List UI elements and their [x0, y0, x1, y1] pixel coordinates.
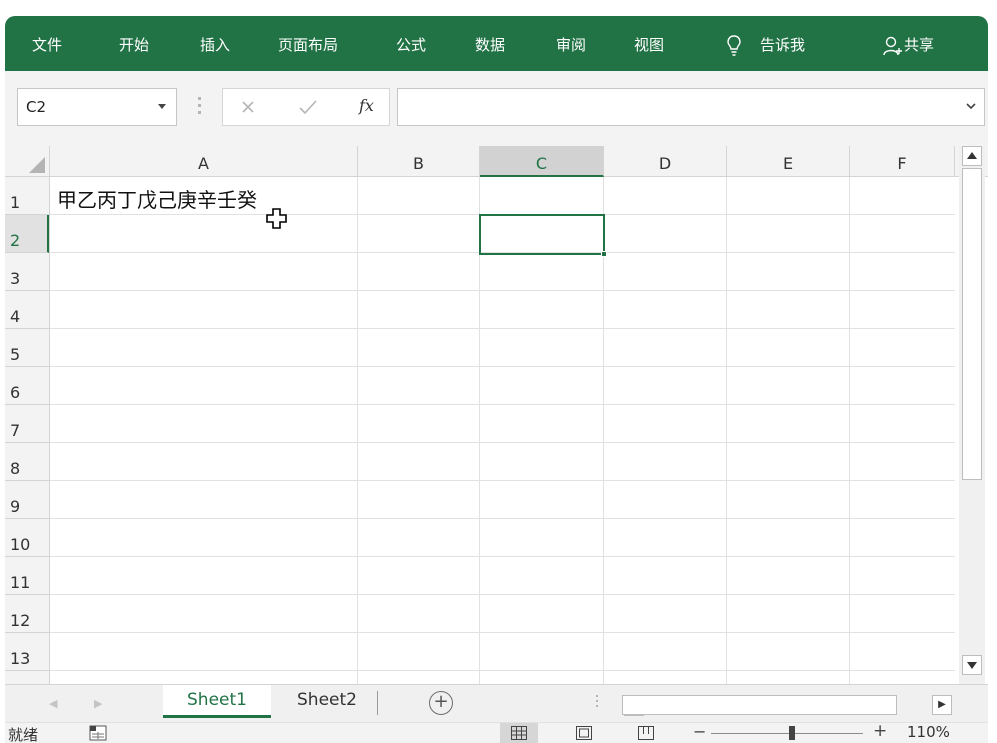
page-layout-view-button[interactable] — [565, 723, 603, 743]
check-icon[interactable] — [299, 99, 317, 115]
tab-insert[interactable]: 插入 — [200, 34, 230, 56]
cell-a1[interactable]: 甲乙丙丁戊己庚辛壬癸 — [57, 184, 257, 213]
column-header-b[interactable]: B — [358, 146, 480, 177]
page-layout-icon — [576, 726, 592, 740]
triangle-up-icon — [967, 152, 977, 159]
tab-data[interactable]: 数据 — [475, 34, 505, 56]
chevron-down-icon[interactable] — [158, 104, 166, 109]
row-header-7[interactable]: 7 — [5, 405, 49, 443]
drag-handle-icon[interactable] — [596, 695, 598, 710]
triangle-down-icon — [967, 662, 977, 669]
zoom-level[interactable]: 110% — [907, 723, 950, 741]
row-header-13[interactable]: 13 — [5, 633, 49, 671]
column-header-e[interactable]: E — [727, 146, 850, 177]
tab-review[interactable]: 审阅 — [556, 34, 586, 56]
sheet-tab-sheet1[interactable]: Sheet1 — [163, 685, 271, 718]
select-all-button[interactable] — [5, 146, 50, 177]
column-header-c[interactable]: C — [480, 146, 604, 177]
column-headers: A B C D E F — [5, 146, 988, 177]
row-header-4[interactable]: 4 — [5, 291, 49, 329]
page-break-view-button[interactable] — [627, 723, 665, 743]
tell-me-search[interactable]: 告诉我 — [760, 34, 805, 56]
row-header-8[interactable]: 8 — [5, 443, 49, 481]
scroll-thumb[interactable] — [962, 168, 982, 480]
row-header-2[interactable]: 2 — [5, 215, 49, 253]
sheet-tab-sheet2[interactable]: Sheet2 — [277, 685, 377, 718]
row-header-11[interactable]: 11 — [5, 557, 49, 595]
vertical-scrollbar[interactable] — [959, 146, 985, 684]
cell-area[interactable]: 甲乙丙丁戊己庚辛壬癸 — [50, 177, 955, 684]
status-bar: 就绪 − + 110% — [5, 721, 988, 743]
zoom-in-button[interactable]: + — [873, 721, 887, 741]
ribbon-tab-bar: 文件 开始 插入 页面布局 公式 数据 审阅 视图 告诉我 共享 — [5, 16, 988, 71]
row-header-3[interactable]: 3 — [5, 253, 49, 291]
tab-view[interactable]: 视图 — [634, 34, 664, 56]
formula-bar: C2 fx — [5, 71, 988, 146]
scroll-up-button[interactable] — [962, 146, 982, 166]
person-add-icon[interactable] — [883, 36, 903, 56]
share-button[interactable]: 共享 — [904, 34, 934, 56]
row-header-10[interactable]: 10 — [5, 519, 49, 557]
grid-view-icon — [511, 726, 527, 740]
row-header-5[interactable]: 5 — [5, 329, 49, 367]
add-sheet-button[interactable]: + — [429, 691, 453, 715]
tab-file[interactable]: 文件 — [32, 34, 62, 56]
row-headers: 1 2 3 4 5 6 7 8 9 10 11 12 13 — [5, 177, 50, 684]
formula-buttons: fx — [222, 88, 390, 126]
expand-formula-bar-icon[interactable] — [966, 103, 976, 110]
name-box[interactable]: C2 — [17, 88, 177, 126]
tab-formulas[interactable]: 公式 — [396, 34, 426, 56]
name-box-value: C2 — [26, 98, 47, 116]
column-header-d[interactable]: D — [604, 146, 727, 177]
horizontal-scrollbar[interactable] — [622, 695, 897, 715]
fill-handle[interactable] — [601, 251, 607, 257]
zoom-slider[interactable] — [711, 733, 863, 734]
excel-window: 文件 开始 插入 页面布局 公式 数据 审阅 视图 告诉我 共享 C2 fx A… — [5, 16, 988, 743]
active-cell-c2[interactable] — [479, 214, 607, 257]
zoom-out-button[interactable]: − — [693, 722, 706, 741]
drag-handle-icon[interactable] — [198, 97, 201, 117]
column-header-f[interactable]: F — [850, 146, 955, 177]
tab-page-layout[interactable]: 页面布局 — [278, 34, 338, 56]
scroll-down-button[interactable] — [962, 655, 982, 675]
sheet-tab-bar: ◀ ▶ Sheet1 Sheet2 + ◀ ▶ — [5, 684, 988, 722]
status-ready: 就绪 — [8, 726, 39, 743]
insert-function-button[interactable]: fx — [359, 96, 374, 115]
cancel-icon[interactable] — [241, 100, 255, 114]
worksheet-grid: A B C D E F 1 2 3 4 5 6 7 8 9 10 11 12 1… — [5, 146, 988, 684]
lightbulb-icon[interactable] — [727, 35, 741, 57]
formula-input[interactable] — [397, 88, 985, 126]
row-header-1[interactable]: 1 — [5, 177, 49, 215]
page-break-icon — [638, 726, 654, 740]
row-header-9[interactable]: 9 — [5, 481, 49, 519]
macro-record-icon[interactable] — [89, 725, 107, 741]
scroll-right-button[interactable]: ▶ — [932, 695, 952, 715]
normal-view-button[interactable] — [500, 723, 538, 743]
zoom-slider-thumb[interactable] — [789, 726, 795, 740]
row-header-6[interactable]: 6 — [5, 367, 49, 405]
tab-home[interactable]: 开始 — [119, 34, 149, 56]
column-header-a[interactable]: A — [50, 146, 358, 177]
cell-select-cursor-icon — [266, 208, 287, 229]
prev-sheet-icon[interactable]: ◀ — [49, 697, 57, 710]
row-header-12[interactable]: 12 — [5, 595, 49, 633]
next-sheet-icon[interactable]: ▶ — [94, 697, 102, 710]
